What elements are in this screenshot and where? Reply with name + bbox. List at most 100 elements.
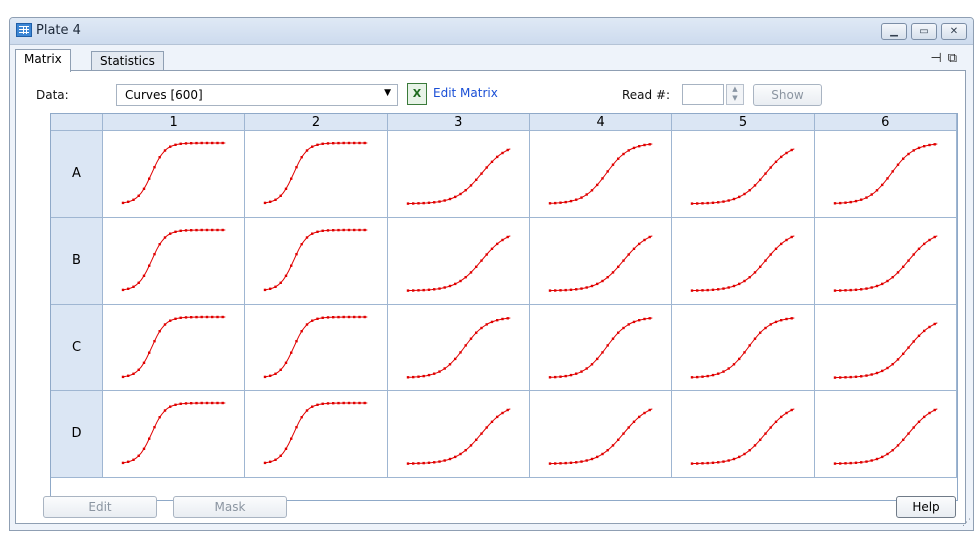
- curve-point: [490, 160, 493, 163]
- row-header-A[interactable]: A: [51, 131, 103, 218]
- curve-point: [590, 458, 594, 461]
- show-button[interactable]: Show: [753, 84, 822, 106]
- curve-point: [849, 462, 852, 465]
- curve-point: [416, 288, 420, 292]
- curve-point: [216, 228, 219, 231]
- well-A2[interactable]: [245, 131, 388, 218]
- curve-point: [311, 319, 314, 322]
- curve-point: [833, 202, 836, 205]
- curve-point: [437, 369, 441, 373]
- well-D2[interactable]: [245, 391, 388, 478]
- close-button[interactable]: ✕: [941, 23, 967, 40]
- tab-statistics[interactable]: Statistics: [91, 51, 164, 71]
- curve-point: [601, 350, 604, 354]
- curve-point: [764, 326, 768, 329]
- curve-point: [859, 461, 863, 464]
- column-header-6[interactable]: 6: [814, 114, 957, 131]
- well-B5[interactable]: [672, 217, 815, 305]
- read-number-input[interactable]: [682, 84, 724, 105]
- curve-point: [485, 322, 488, 326]
- curve-point: [769, 426, 773, 429]
- row-header-D[interactable]: D: [51, 391, 103, 478]
- curve-point: [548, 375, 552, 378]
- well-D5[interactable]: [672, 391, 815, 478]
- well-A6[interactable]: [814, 131, 957, 218]
- curve-point: [880, 369, 884, 372]
- curve-point: [221, 315, 224, 318]
- curve-point: [448, 362, 451, 365]
- matrix-panel: Data: Curves [600] ▼ X Edit Matrix Read …: [15, 70, 966, 524]
- minimize-button[interactable]: ▁: [881, 23, 907, 40]
- read-number-spinner[interactable]: ▲ ▼: [726, 84, 744, 105]
- well-D4[interactable]: [530, 391, 673, 478]
- pin-icon[interactable]: ⊣: [930, 51, 947, 66]
- window-title: Plate 4: [36, 23, 81, 38]
- well-A4[interactable]: [530, 131, 673, 218]
- curve-point: [142, 447, 146, 451]
- curve-point: [163, 322, 167, 326]
- curve-point: [279, 194, 283, 197]
- curve-point: [775, 420, 778, 424]
- well-C2[interactable]: [245, 304, 388, 392]
- title-bar[interactable]: Plate 4 ▁ ▭ ✕: [10, 18, 973, 45]
- curve-point: [184, 142, 188, 145]
- well-D1[interactable]: [103, 391, 246, 478]
- well-B3[interactable]: [387, 217, 530, 305]
- excel-icon[interactable]: X: [407, 83, 427, 105]
- curve-point: [148, 264, 151, 267]
- well-C6[interactable]: [814, 304, 957, 392]
- curve-line: [122, 229, 226, 291]
- curve-point: [575, 461, 578, 464]
- curve-point: [327, 228, 330, 232]
- well-D3[interactable]: [387, 391, 530, 478]
- maximize-button[interactable]: ▭: [911, 23, 937, 40]
- curve-point: [748, 189, 752, 192]
- curve-point: [142, 274, 146, 277]
- column-header-5[interactable]: 5: [672, 114, 815, 131]
- curve-point: [701, 375, 705, 378]
- well-B2[interactable]: [245, 217, 388, 305]
- curve-point: [195, 141, 198, 145]
- float-window-icon[interactable]: ⧉: [948, 51, 963, 66]
- column-header-3[interactable]: 3: [387, 114, 530, 131]
- column-header-1[interactable]: 1: [103, 114, 246, 131]
- curve-point: [353, 315, 356, 318]
- column-header-4[interactable]: 4: [530, 114, 673, 131]
- well-B6[interactable]: [814, 217, 957, 305]
- well-curve-C6: [833, 321, 938, 379]
- curve-point: [285, 274, 288, 277]
- curve-point: [153, 339, 156, 342]
- curve-point: [906, 432, 910, 436]
- well-curve-D6: [833, 408, 938, 466]
- curve-line: [834, 321, 938, 378]
- well-A3[interactable]: [387, 131, 530, 218]
- resize-grip-icon[interactable]: ⋰: [962, 518, 971, 528]
- well-A5[interactable]: [672, 131, 815, 218]
- curve-point: [838, 201, 842, 205]
- tab-matrix[interactable]: Matrix: [15, 49, 71, 72]
- help-button[interactable]: Help: [896, 496, 956, 518]
- row-header-B[interactable]: B: [51, 217, 103, 305]
- mask-button[interactable]: Mask: [173, 496, 287, 518]
- column-header-2[interactable]: 2: [245, 114, 388, 131]
- well-C3[interactable]: [387, 304, 530, 392]
- curve-point: [474, 178, 478, 181]
- well-C5[interactable]: [672, 304, 815, 392]
- well-D6[interactable]: [814, 391, 957, 478]
- curve-point: [785, 317, 789, 320]
- well-B1[interactable]: [103, 217, 246, 305]
- row-header-C[interactable]: C: [51, 304, 103, 392]
- well-A1[interactable]: [103, 131, 246, 218]
- curve-line: [834, 235, 938, 291]
- well-C1[interactable]: [103, 304, 246, 392]
- curve-point: [163, 149, 167, 152]
- edit-matrix-link[interactable]: Edit Matrix: [433, 86, 498, 100]
- well-B4[interactable]: [530, 217, 673, 305]
- curve-point: [606, 449, 609, 452]
- edit-button[interactable]: Edit: [43, 496, 157, 518]
- curve-point: [785, 238, 789, 241]
- data-select[interactable]: Curves [600] ▼: [116, 84, 398, 106]
- well-C4[interactable]: [530, 304, 673, 392]
- curve-line: [122, 402, 226, 464]
- curve-point: [121, 375, 125, 378]
